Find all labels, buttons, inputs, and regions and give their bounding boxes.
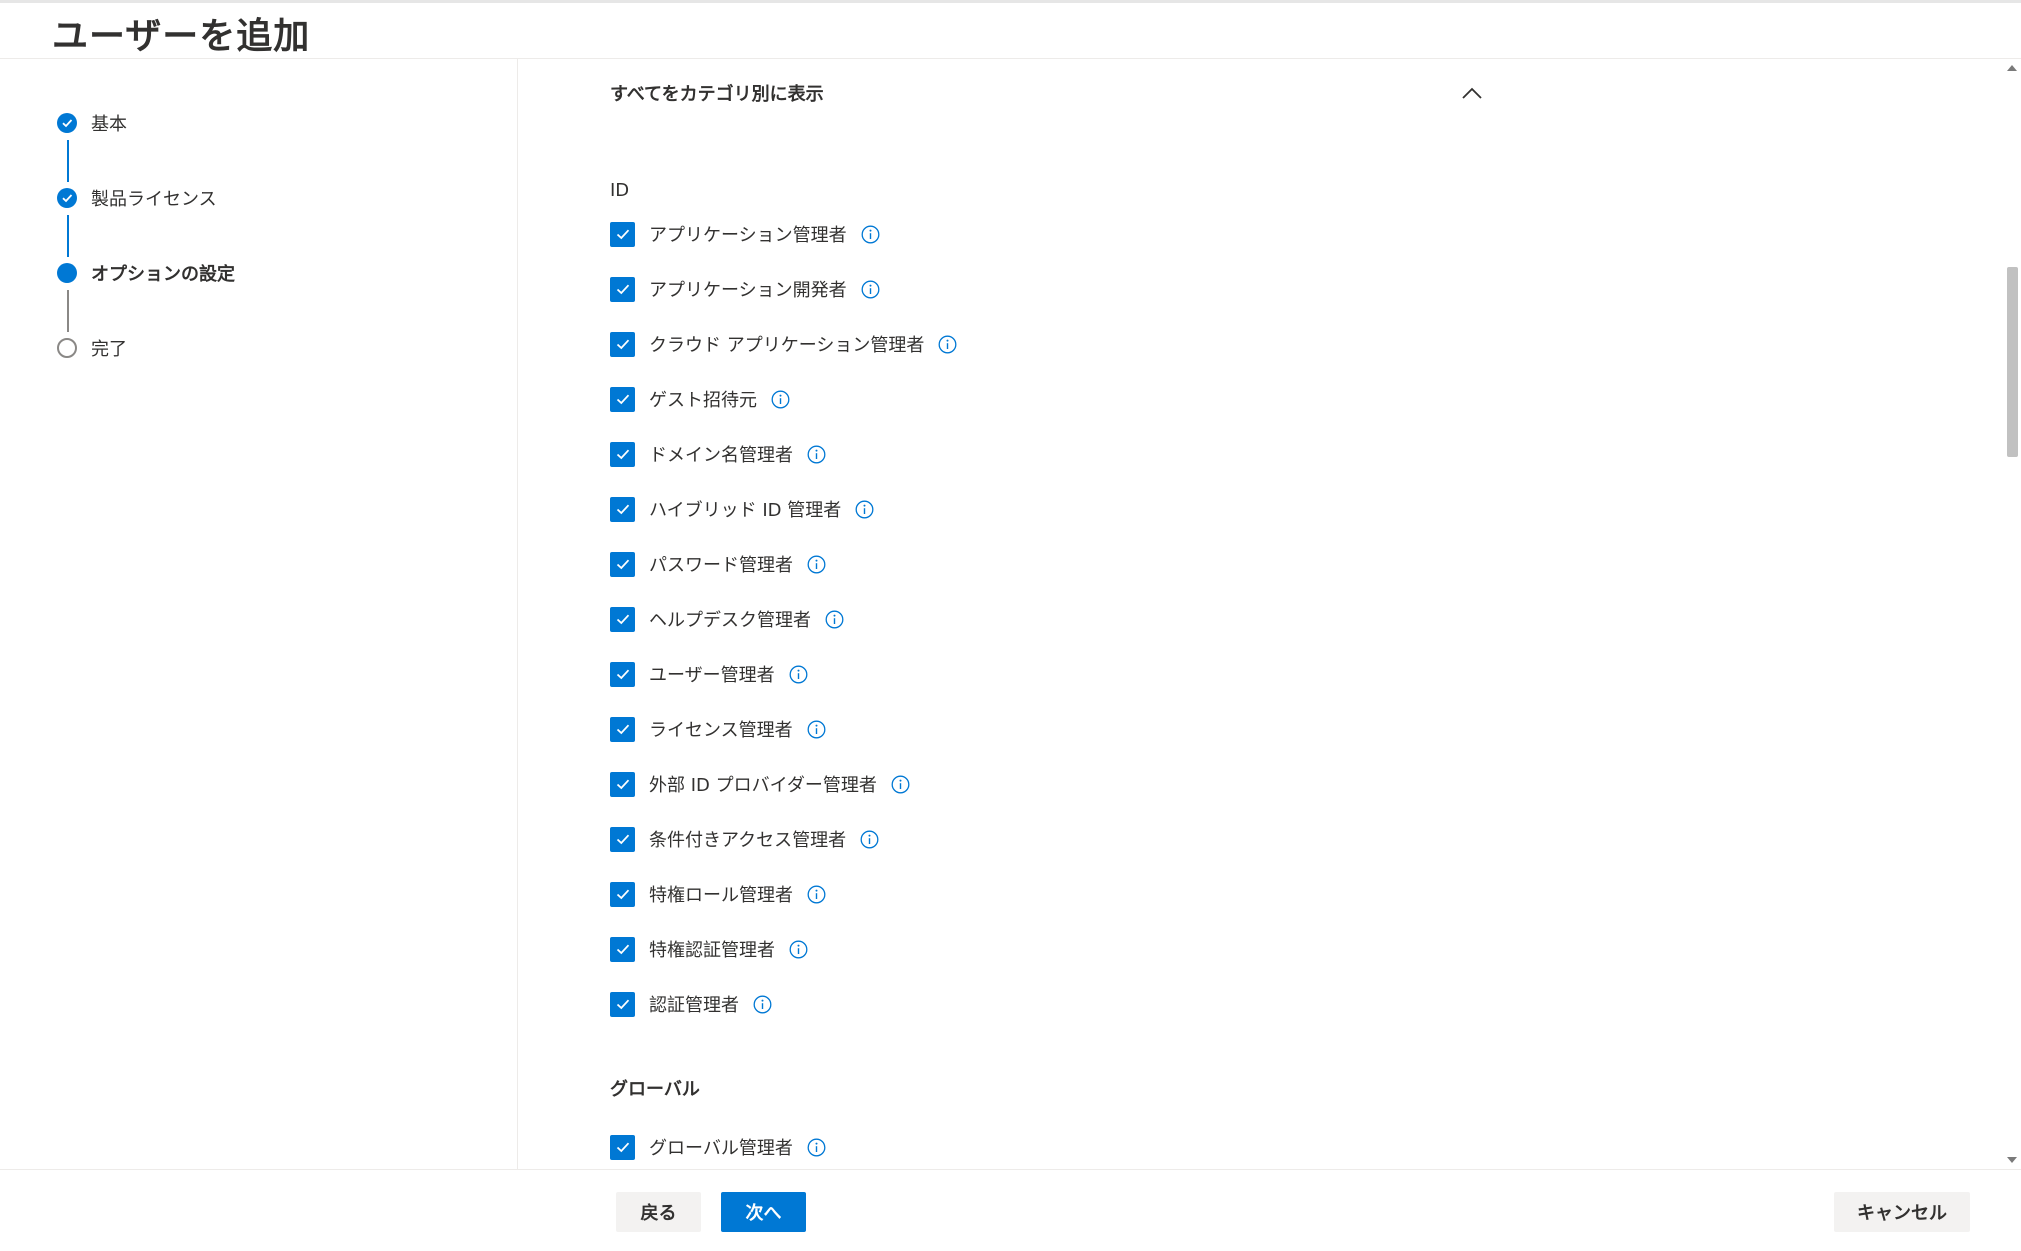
info-icon[interactable] [807,1138,826,1157]
role-checkbox-row[interactable]: グローバル管理者 [610,1132,826,1162]
role-checkbox-row[interactable]: ユーザー管理者 [610,659,808,689]
role-checkbox-row[interactable]: ハイブリッド ID 管理者 [610,494,874,524]
info-icon[interactable] [860,830,879,849]
scroll-thumb[interactable] [2007,267,2018,457]
role-label[interactable]: パスワード管理者 [649,551,793,577]
page-title: ユーザーを追加 [52,16,311,57]
step-basics[interactable]: 基本 [57,109,127,137]
page-header: ユーザーを追加 [0,3,2021,59]
role-label[interactable]: ハイブリッド ID 管理者 [649,496,841,522]
info-icon[interactable] [891,775,910,794]
pending-step-icon [57,338,77,358]
info-icon[interactable] [807,885,826,904]
cancel-button[interactable]: キャンセル [1834,1192,1970,1232]
next-button[interactable]: 次へ [721,1192,806,1232]
role-checkbox-row[interactable]: アプリケーション開発者 [610,274,880,304]
role-label[interactable]: 特権認証管理者 [649,936,775,962]
step-optional-settings[interactable]: オプションの設定 [57,259,235,287]
checkbox[interactable] [610,826,635,852]
vertical-scrollbar[interactable] [2003,59,2021,1169]
checkbox[interactable] [610,496,635,522]
checkbox[interactable] [610,331,635,357]
role-label[interactable]: クラウド アプリケーション管理者 [649,331,924,357]
role-label[interactable]: ライセンス管理者 [649,716,793,742]
role-checkbox-row[interactable]: ヘルプデスク管理者 [610,604,844,634]
step-label: 製品ライセンス [91,189,217,210]
checkbox[interactable] [610,1134,635,1160]
role-checkbox-row[interactable]: ライセンス管理者 [610,714,826,744]
step-connector [67,215,69,257]
checkbox[interactable] [610,606,635,632]
info-icon[interactable] [855,500,874,519]
step-connector [67,290,69,332]
info-icon[interactable] [807,445,826,464]
info-icon[interactable] [807,555,826,574]
scroll-down-arrow-icon[interactable] [2007,1157,2017,1163]
group-label-global: グローバル [610,1079,700,1100]
wizard-steps: 基本 製品ライセンス オプションの設定 完了 [0,59,518,1169]
info-icon[interactable] [789,665,808,684]
checkbox[interactable] [610,386,635,412]
step-product-license[interactable]: 製品ライセンス [57,184,217,212]
step-connector [67,140,69,182]
info-icon[interactable] [771,390,790,409]
role-label[interactable]: 特権ロール管理者 [649,881,793,907]
role-checkbox-row[interactable]: 認証管理者 [610,989,772,1019]
checkbox[interactable] [610,441,635,467]
group-label-id: ID [610,180,630,201]
role-checkbox-row[interactable]: パスワード管理者 [610,549,826,579]
chevron-up-icon[interactable] [1454,78,1490,108]
role-checkbox-row[interactable]: 特権認証管理者 [610,934,808,964]
checkbox[interactable] [610,661,635,687]
role-checkbox-row[interactable]: 条件付きアクセス管理者 [610,824,879,854]
role-label[interactable]: ゲスト招待元 [649,386,757,412]
checkbox[interactable] [610,716,635,742]
step-label: 完了 [91,339,127,360]
info-icon[interactable] [789,940,808,959]
checkbox[interactable] [610,276,635,302]
role-label[interactable]: 認証管理者 [649,991,739,1017]
role-checkbox-row[interactable]: 外部 ID プロバイダー管理者 [610,769,910,799]
info-icon[interactable] [938,335,957,354]
info-icon[interactable] [861,225,880,244]
checkbox[interactable] [610,991,635,1017]
role-label[interactable]: グローバル管理者 [649,1134,793,1160]
role-checkbox-row[interactable]: 特権ロール管理者 [610,879,826,909]
scroll-up-arrow-icon[interactable] [2007,65,2017,71]
role-label[interactable]: 条件付きアクセス管理者 [649,826,846,852]
checkbox[interactable] [610,881,635,907]
info-icon[interactable] [753,995,772,1014]
footer-bar: 戻る 次へ キャンセル [0,1169,2021,1251]
section-title: すべてをカテゴリ別に表示 [610,84,824,105]
step-label: 基本 [91,114,127,135]
checkmark-icon [57,113,77,133]
role-label[interactable]: アプリケーション開発者 [649,276,847,302]
role-label[interactable]: ヘルプデスク管理者 [649,606,811,632]
role-checkbox-row[interactable]: ドメイン名管理者 [610,439,826,469]
checkbox[interactable] [610,771,635,797]
main-content: すべてをカテゴリ別に表示 ID アプリケーション管理者 アプリケーション開発者クラ… [518,59,2000,1169]
info-icon[interactable] [825,610,844,629]
role-checkbox-row[interactable]: ゲスト招待元 [610,384,790,414]
role-label[interactable]: 外部 ID プロバイダー管理者 [649,771,877,797]
role-label[interactable]: アプリケーション管理者 [649,221,847,247]
checkbox[interactable] [610,221,635,247]
checkbox[interactable] [610,936,635,962]
role-checkbox-row[interactable]: クラウド アプリケーション管理者 [610,329,957,359]
step-finish[interactable]: 完了 [57,334,127,362]
back-button[interactable]: 戻る [616,1192,701,1232]
current-step-icon [57,263,77,283]
info-icon[interactable] [861,280,880,299]
checkbox[interactable] [610,551,635,577]
step-label: オプションの設定 [91,264,235,285]
role-checkbox-row[interactable]: アプリケーション管理者 [610,219,880,249]
info-icon[interactable] [807,720,826,739]
checkmark-icon [57,188,77,208]
category-section-header: すべてをカテゴリ別に表示 [610,75,1490,111]
role-label[interactable]: ユーザー管理者 [649,661,775,687]
role-label[interactable]: ドメイン名管理者 [649,441,793,467]
